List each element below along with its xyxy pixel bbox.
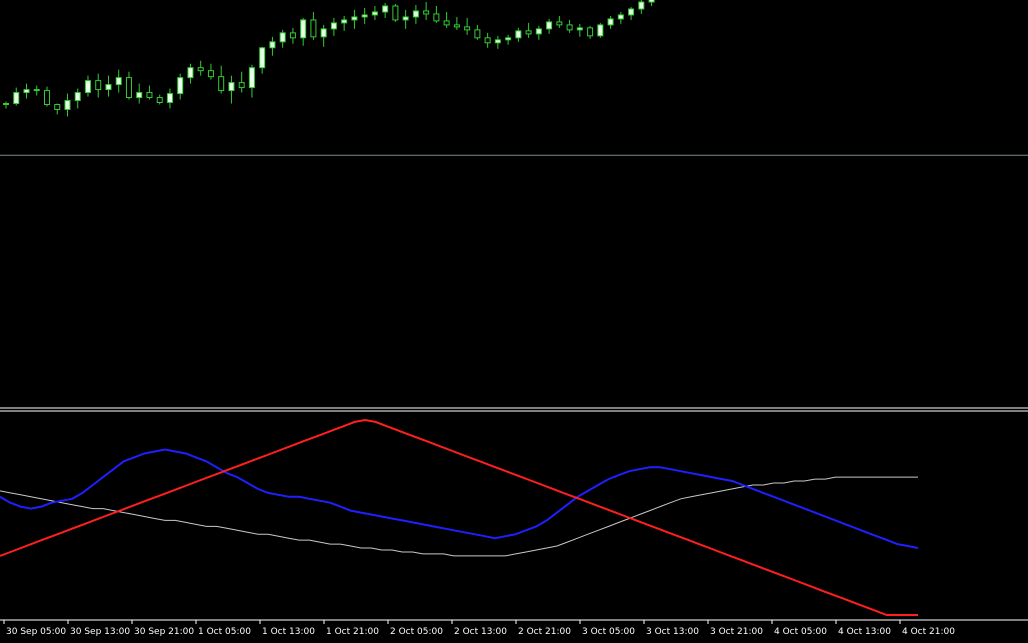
candle <box>392 4 399 22</box>
candle-body <box>289 32 296 39</box>
candle-body <box>238 82 245 89</box>
candle-body <box>23 89 30 94</box>
candle-body <box>341 19 348 24</box>
candle-body <box>484 37 491 44</box>
time-axis-label: 4 Oct 05:00 <box>774 627 827 637</box>
candle-body <box>105 84 112 91</box>
candle-body <box>607 18 614 26</box>
time-axis-label: 3 Oct 21:00 <box>710 627 763 637</box>
candle-body <box>33 89 40 92</box>
candle-body <box>525 30 532 35</box>
candle-body <box>546 21 553 30</box>
candle-body <box>535 28 542 35</box>
candle-body <box>115 77 122 86</box>
time-axis-label: 1 Oct 05:00 <box>198 627 251 637</box>
time-axis-label: 2 Oct 05:00 <box>390 627 443 637</box>
time-axis-label: 4 Oct 13:00 <box>838 627 891 637</box>
candle-body <box>587 27 594 37</box>
candle-body <box>648 0 655 3</box>
time-axis-label: 30 Sep 05:00 <box>6 627 66 637</box>
candle-body <box>433 13 440 22</box>
candle <box>597 22 604 38</box>
time-axis-label: 3 Oct 13:00 <box>646 627 699 637</box>
candle-body <box>628 8 635 16</box>
chart-window[interactable]: 30 Sep 05:00 30 Sep 13:00 30 Sep 21:00 1 Oc… <box>0 0 1028 639</box>
candle-body <box>197 67 204 72</box>
time-axis-label: 2 Oct 21:00 <box>518 627 571 637</box>
candle-body <box>392 5 399 21</box>
candle-body <box>320 28 327 38</box>
candle-body <box>494 39 501 44</box>
candle-body <box>156 97 163 104</box>
candle-body <box>279 32 286 43</box>
candle-body <box>269 41 276 49</box>
candle-body <box>505 37 512 41</box>
candle-body <box>453 24 460 28</box>
time-axis-label: 1 Oct 21:00 <box>326 627 379 637</box>
candle-body <box>54 103 61 110</box>
time-axis-label: 1 Oct 13:00 <box>262 627 315 637</box>
candle-body <box>207 70 214 78</box>
chart-canvas[interactable]: 30 Sep 05:00 30 Sep 13:00 30 Sep 21:00 1 Oc… <box>0 0 1028 639</box>
candle-body <box>3 103 9 105</box>
candle-body <box>248 67 255 89</box>
candle-body <box>125 77 132 99</box>
candle-body <box>13 92 20 104</box>
candle-body <box>166 93 173 104</box>
candle-body <box>576 27 583 31</box>
candle-body <box>330 22 337 30</box>
candle-body <box>382 5 389 13</box>
candle-body <box>464 26 471 31</box>
candle-body <box>300 19 307 39</box>
candle-body <box>136 92 143 99</box>
candle-body <box>259 47 266 69</box>
candle-body <box>177 77 184 95</box>
candle-body <box>310 19 317 38</box>
time-axis-label: 3 Oct 05:00 <box>582 627 635 637</box>
candle-body <box>443 20 450 26</box>
candle-body <box>617 14 624 20</box>
time-axis-label: 4 Oct 21:00 <box>902 627 955 637</box>
candle-body <box>566 24 573 31</box>
candle-body <box>146 92 153 99</box>
candle-body <box>474 29 481 39</box>
candle-body <box>597 24 604 37</box>
candle-body <box>187 67 194 79</box>
chart-background <box>0 0 1028 639</box>
candle-body <box>84 80 91 94</box>
candle-body <box>64 100 71 110</box>
candle-body <box>74 92 81 102</box>
candle-body <box>515 30 522 39</box>
candle-body <box>228 82 235 92</box>
time-axis-label: 30 Sep 13:00 <box>70 627 130 637</box>
candle-body <box>43 90 50 105</box>
candle-body <box>95 80 102 91</box>
candle-body <box>351 16 358 21</box>
candle-body <box>218 76 225 92</box>
candle-body <box>423 10 430 15</box>
candle-body <box>412 10 419 18</box>
candle-body <box>361 14 368 18</box>
candle-body <box>402 16 409 21</box>
candle-body <box>371 11 378 16</box>
time-axis-label: 2 Oct 13:00 <box>454 627 507 637</box>
time-axis-label: 30 Sep 21:00 <box>134 627 194 637</box>
candle-body <box>638 1 645 10</box>
candle-body <box>556 21 563 26</box>
